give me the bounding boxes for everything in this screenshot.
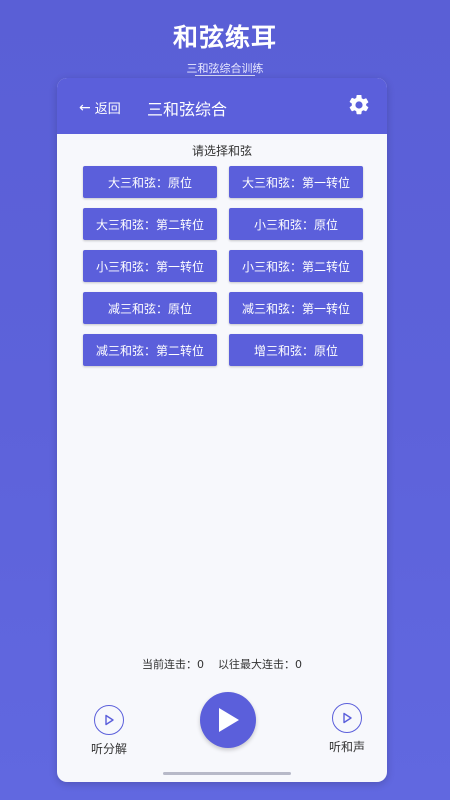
home-indicator <box>163 772 291 775</box>
chord-button[interactable]: 大三和弦：第一转位 <box>229 166 363 198</box>
chord-button[interactable]: 减三和弦：原位 <box>83 292 217 324</box>
page-title: 三和弦综合 <box>147 100 228 119</box>
play-outline-icon <box>343 712 352 724</box>
app-headline: 和弦练耳 <box>172 23 277 52</box>
streak-counter: 当前连击：0 以往最大连击：0 <box>57 656 387 672</box>
gear-icon[interactable] <box>347 93 371 117</box>
harmony-play-button[interactable] <box>332 703 362 733</box>
play-icon <box>219 708 239 732</box>
back-button[interactable]: ← 返回 <box>79 98 121 118</box>
phone-screen: ← 返回 三和弦综合 请选择和弦 大三和弦：原位 大三和弦：第一转位 大三和弦：… <box>57 78 387 782</box>
current-streak: 当前连击：0 <box>142 658 204 671</box>
best-streak: 以往最大连击：0 <box>218 658 302 671</box>
app-bar: ← 返回 三和弦综合 <box>57 78 387 134</box>
play-button[interactable] <box>200 692 256 748</box>
chord-button[interactable]: 增三和弦：原位 <box>229 334 363 366</box>
subheadline-underline <box>195 75 255 76</box>
chord-button[interactable]: 小三和弦：原位 <box>229 208 363 240</box>
harmony-label: 听和声 <box>328 740 365 754</box>
chord-button[interactable]: 小三和弦：第二转位 <box>229 250 363 282</box>
app-subheadline: 三和弦综合训练 <box>186 62 264 75</box>
back-arrow-icon: ← <box>79 99 91 116</box>
back-label: 返回 <box>94 102 121 117</box>
chord-button[interactable]: 减三和弦：第一转位 <box>229 292 363 324</box>
play-outline-icon <box>105 714 114 726</box>
section-title: 请选择和弦 <box>191 144 252 158</box>
chord-button[interactable]: 大三和弦：第二转位 <box>83 208 217 240</box>
chord-grid: 大三和弦：原位 大三和弦：第一转位 大三和弦：第二转位 小三和弦：原位 小三和弦… <box>83 166 365 366</box>
chord-button[interactable]: 小三和弦：第一转位 <box>83 250 217 282</box>
arpeggio-play-button[interactable] <box>94 705 124 735</box>
chord-button[interactable]: 减三和弦：第二转位 <box>83 334 217 366</box>
chord-button[interactable]: 大三和弦：原位 <box>83 166 217 198</box>
arpeggio-label: 听分解 <box>90 742 127 756</box>
